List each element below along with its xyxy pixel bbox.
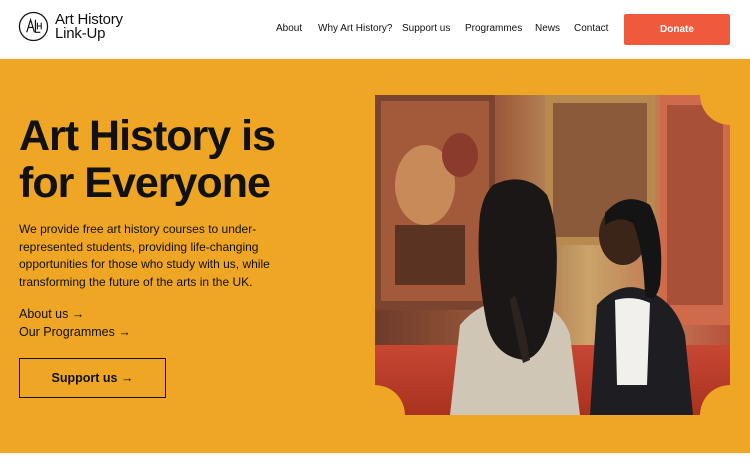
logo-line-2: Link-Up — [55, 24, 106, 42]
nav-contact[interactable]: Contact — [574, 23, 608, 34]
hero-title: Art History is for Everyone — [19, 113, 349, 207]
bottom-strip — [0, 453, 750, 468]
nav-about[interactable]: About — [276, 23, 302, 34]
our-programmes-link[interactable]: Our Programmes → — [19, 325, 131, 339]
hero-title-line-1: Art History is — [19, 112, 276, 160]
nav-support-us[interactable]: Support us — [402, 23, 450, 34]
alh-monogram-icon — [18, 11, 49, 42]
support-us-button[interactable]: Support us → — [19, 358, 166, 398]
nav-programmes[interactable]: Programmes — [465, 23, 522, 34]
about-us-link[interactable]: About us → — [19, 307, 84, 321]
nav-news[interactable]: News — [535, 23, 560, 34]
donate-button[interactable]: Donate — [624, 14, 730, 45]
nav-why-art-history[interactable]: Why Art History? — [318, 23, 392, 34]
site-header: Art History Link-Up About Why Art Histor… — [0, 0, 750, 59]
logo[interactable]: Art History Link-Up — [18, 11, 123, 42]
hero-title-line-2: for Everyone — [19, 159, 271, 207]
hero-description: We provide free art history courses to u… — [19, 222, 270, 289]
hero-image — [375, 95, 730, 415]
logo-text: Art History Link-Up — [55, 12, 123, 42]
